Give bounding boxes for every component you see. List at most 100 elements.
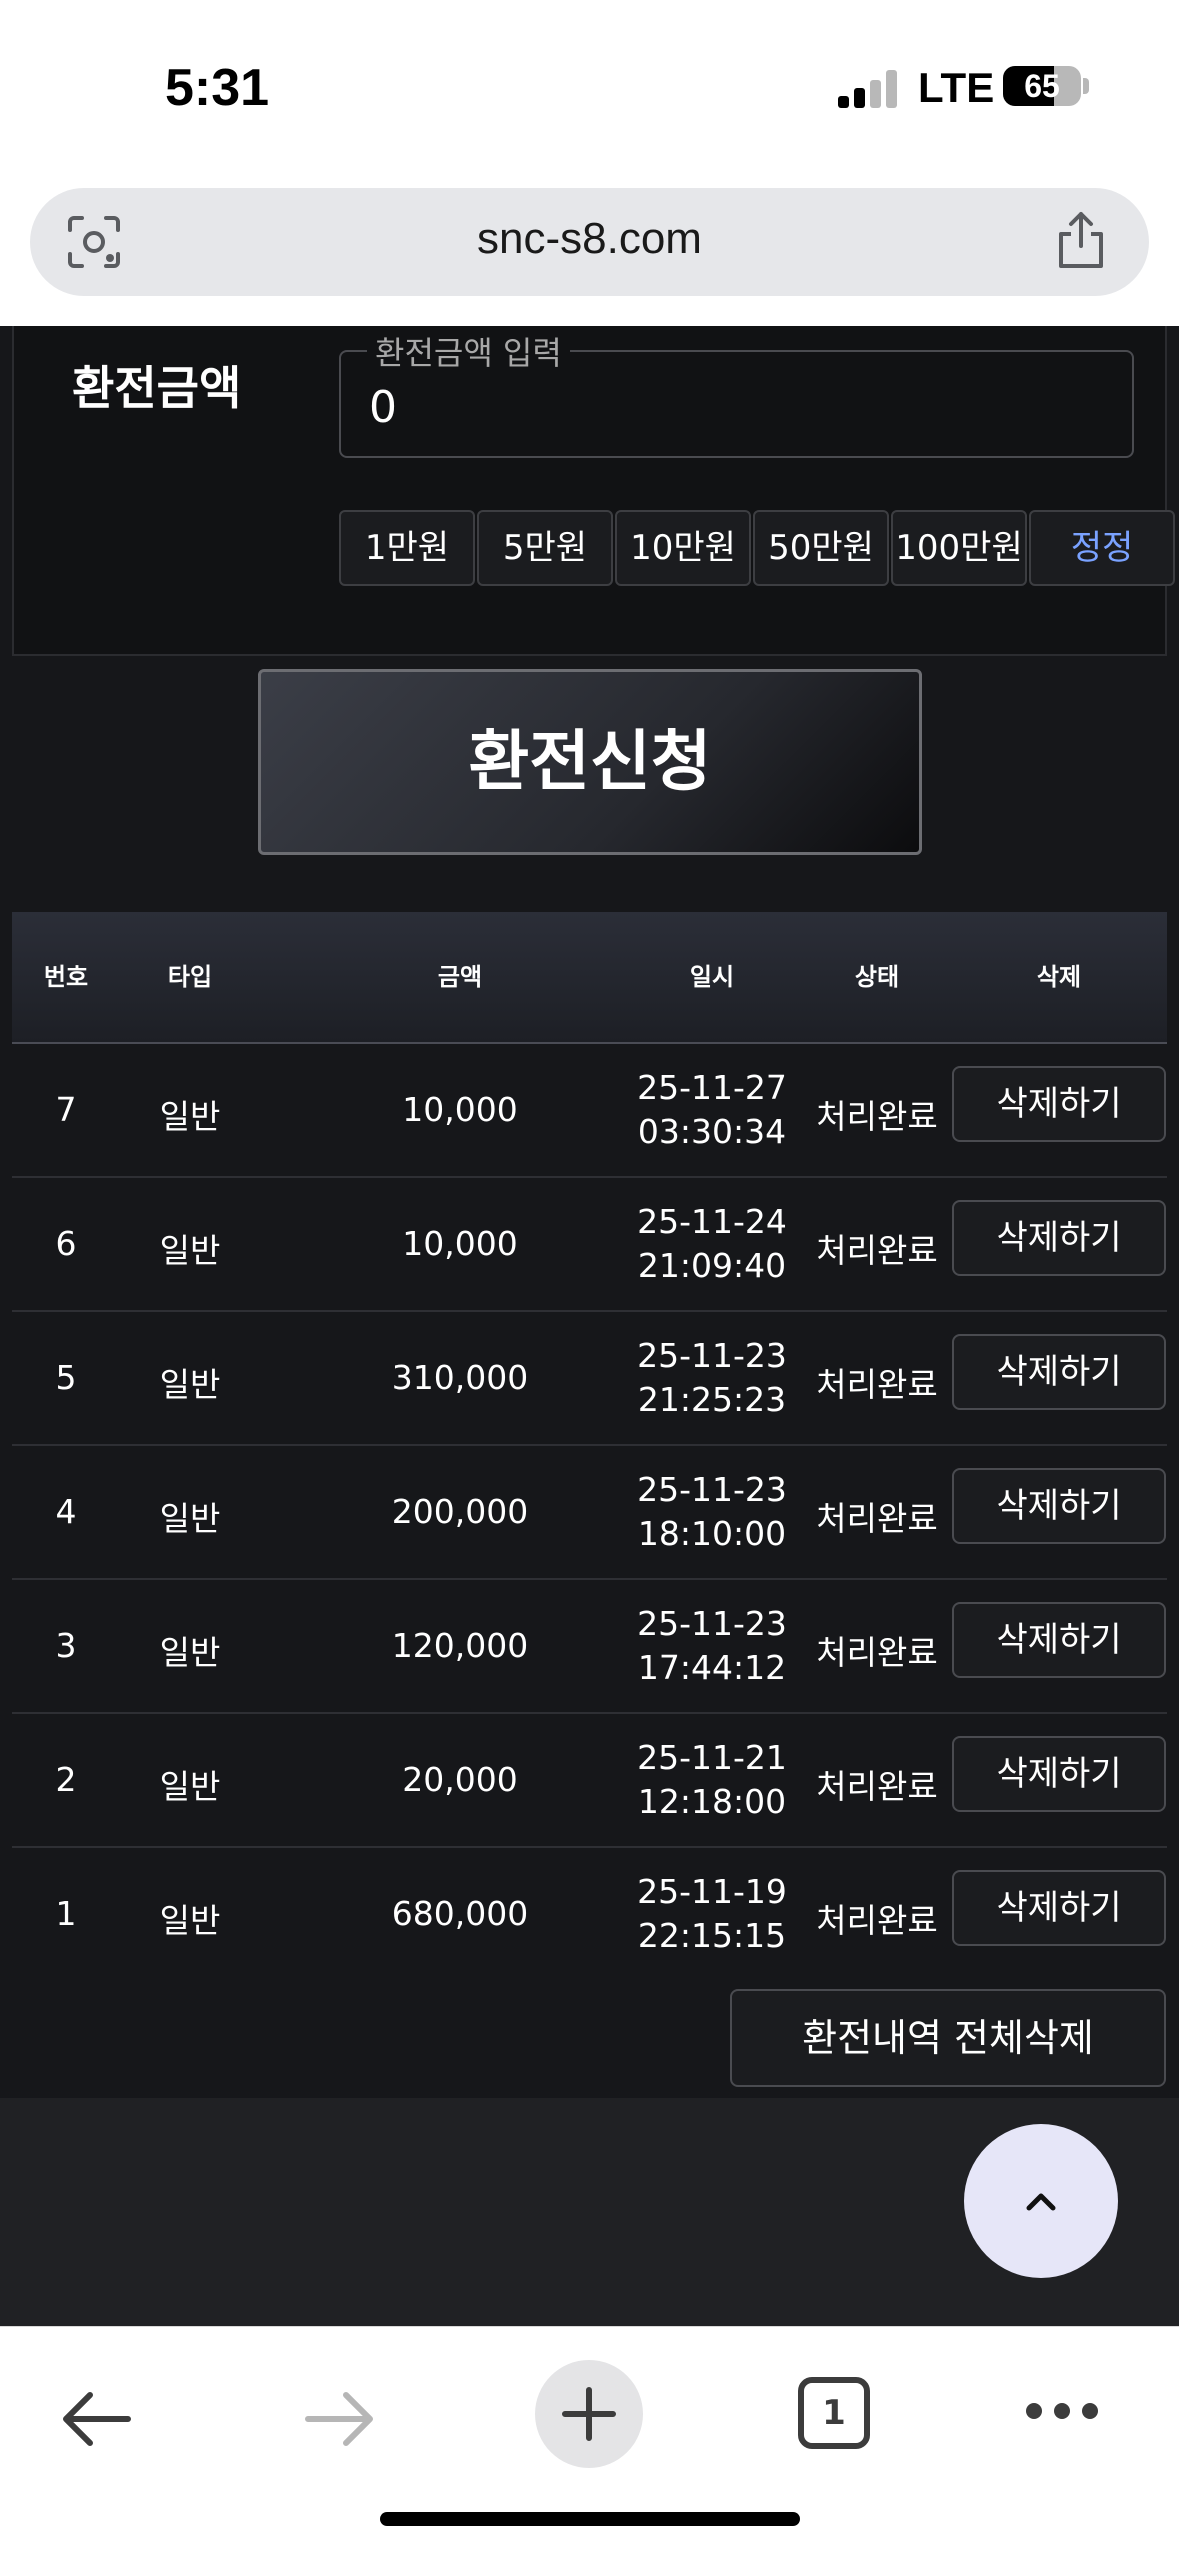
- row-status: 처리완료: [816, 1231, 938, 1270]
- more-menu-icon[interactable]: [1024, 2397, 1100, 2425]
- quick-amount-10000-button[interactable]: 1만원: [339, 510, 475, 586]
- row-amount: 10,000: [402, 1090, 518, 1129]
- status-bar: 5:31 LTE 65: [0, 0, 1179, 170]
- row-datetime: 25-11-23 18:10:00: [612, 1468, 812, 1556]
- row-status: 처리완료: [816, 1633, 938, 1672]
- delete-row-button[interactable]: 삭제하기: [952, 1066, 1166, 1142]
- table-row: 3 일반 120,000 25-11-23 17:44:12 처리완료 삭제하기: [12, 1580, 1167, 1714]
- table-header: 번호 타입 금액 일시 상태 삭제: [12, 912, 1167, 1044]
- row-time: 22:15:15: [637, 1916, 787, 1955]
- row-no: 7: [55, 1090, 77, 1129]
- row-date: 25-11-23: [637, 1604, 787, 1643]
- row-time: 21:25:23: [637, 1380, 787, 1419]
- row-status: 처리완료: [816, 1365, 938, 1404]
- row-datetime: 25-11-23 21:25:23: [612, 1334, 812, 1422]
- row-type: 일반: [159, 1097, 221, 1136]
- quick-amount-50000-button[interactable]: 5만원: [477, 510, 613, 586]
- plus-icon: [562, 2387, 616, 2441]
- row-date: 25-11-21: [637, 1738, 787, 1777]
- header-status: 상태: [854, 963, 900, 991]
- header-no: 번호: [43, 963, 89, 991]
- table-row: 7 일반 10,000 25-11-27 03:30:34 처리완료 삭제하기: [12, 1044, 1167, 1178]
- home-indicator: [380, 2512, 800, 2526]
- row-amount: 10,000: [402, 1224, 518, 1263]
- exchange-form-panel: 환전금액 환전금액 입력 1만원 5만원 10만원 50만원 100만원 정정: [12, 326, 1175, 656]
- row-type: 일반: [159, 1365, 221, 1404]
- row-no: 1: [55, 1894, 77, 1933]
- row-type: 일반: [159, 1767, 221, 1806]
- row-no: 4: [55, 1492, 77, 1531]
- row-status: 처리완료: [816, 1767, 938, 1806]
- tab-switcher-button[interactable]: 1: [798, 2377, 870, 2449]
- delete-row-button[interactable]: 삭제하기: [952, 1200, 1166, 1276]
- row-time: 21:09:40: [637, 1246, 787, 1285]
- header-date: 일시: [689, 963, 735, 991]
- row-amount: 20,000: [402, 1760, 518, 1799]
- exchange-request-button[interactable]: 환전신청: [258, 669, 922, 855]
- table-row: 5 일반 310,000 25-11-23 21:25:23 처리완료 삭제하기: [12, 1312, 1167, 1446]
- table-row: 2 일반 20,000 25-11-21 12:18:00 처리완료 삭제하기: [12, 1714, 1167, 1848]
- table-row: 1 일반 680,000 25-11-19 22:15:15 처리완료 삭제하기: [12, 1848, 1167, 1980]
- share-icon[interactable]: [1053, 210, 1109, 270]
- quick-amount-1000000-button[interactable]: 100만원: [891, 510, 1027, 586]
- row-no: 5: [55, 1358, 77, 1397]
- delete-row-button[interactable]: 삭제하기: [952, 1736, 1166, 1812]
- network-type: LTE: [918, 64, 995, 111]
- delete-row-button[interactable]: 삭제하기: [952, 1602, 1166, 1678]
- signal-icon: [838, 70, 898, 108]
- new-tab-button[interactable]: [535, 2360, 643, 2468]
- status-time: 5:31: [165, 59, 270, 117]
- table-row: 6 일반 10,000 25-11-24 21:09:40 처리완료 삭제하기: [12, 1178, 1167, 1312]
- amount-field[interactable]: 환전금액 입력: [339, 328, 1134, 458]
- header-type: 타입: [167, 963, 213, 991]
- amount-label: 환전금액: [72, 361, 242, 415]
- row-amount: 680,000: [391, 1894, 529, 1933]
- row-datetime: 25-11-19 22:15:15: [612, 1870, 812, 1958]
- row-time: 12:18:00: [637, 1782, 787, 1821]
- row-amount: 120,000: [391, 1626, 529, 1665]
- delete-row-button[interactable]: 삭제하기: [952, 1334, 1166, 1410]
- amount-input[interactable]: [369, 382, 1069, 433]
- row-status: 처리완료: [816, 1901, 938, 1940]
- delete-all-history-button[interactable]: 환전내역 전체삭제: [730, 1989, 1166, 2087]
- row-type: 일반: [159, 1499, 221, 1538]
- row-time: 18:10:00: [637, 1514, 787, 1553]
- forward-icon[interactable]: [300, 2387, 380, 2451]
- delete-row-button[interactable]: 삭제하기: [952, 1468, 1166, 1544]
- row-amount: 310,000: [391, 1358, 529, 1397]
- web-content: 환전금액 환전금액 입력 1만원 5만원 10만원 50만원 100만원 정정 …: [0, 326, 1179, 2326]
- table-row: 4 일반 200,000 25-11-23 18:10:00 처리완료 삭제하기: [12, 1446, 1167, 1580]
- row-date: 25-11-27: [637, 1068, 787, 1107]
- url-text[interactable]: snc-s8.com: [30, 214, 1149, 264]
- scroll-top-button[interactable]: [964, 2124, 1118, 2278]
- battery-percent: 65: [1024, 68, 1060, 104]
- chevron-up-icon: [1026, 2193, 1056, 2211]
- address-bar[interactable]: snc-s8.com: [30, 188, 1149, 296]
- row-datetime: 25-11-27 03:30:34: [612, 1066, 812, 1154]
- row-date: 25-11-19: [637, 1872, 787, 1911]
- row-time: 03:30:34: [637, 1112, 787, 1151]
- exchange-history-table: 번호 타입 금액 일시 상태 삭제 7 일반 10,000 25-11-27 03…: [12, 912, 1167, 1980]
- row-type: 일반: [159, 1901, 221, 1940]
- row-status: 처리완료: [816, 1097, 938, 1136]
- row-time: 17:44:12: [637, 1648, 787, 1687]
- quick-amount-500000-button[interactable]: 50만원: [753, 510, 889, 586]
- amount-legend: 환전금액 입력: [367, 328, 570, 374]
- row-no: 2: [55, 1760, 77, 1799]
- row-status: 처리완료: [816, 1499, 938, 1538]
- row-date: 25-11-24: [637, 1202, 787, 1241]
- battery-icon: 65: [1003, 66, 1081, 106]
- row-type: 일반: [159, 1633, 221, 1672]
- row-no: 3: [55, 1626, 77, 1665]
- reset-amount-button[interactable]: 정정: [1029, 510, 1175, 586]
- row-amount: 200,000: [391, 1492, 529, 1531]
- header-delete: 삭제: [1036, 963, 1082, 991]
- quick-amount-100000-button[interactable]: 10만원: [615, 510, 751, 586]
- row-no: 6: [55, 1224, 77, 1263]
- row-datetime: 25-11-21 12:18:00: [612, 1736, 812, 1824]
- header-amount: 금액: [437, 963, 483, 991]
- battery-tip: [1083, 78, 1089, 94]
- back-icon[interactable]: [56, 2387, 136, 2451]
- row-type: 일반: [159, 1231, 221, 1270]
- delete-row-button[interactable]: 삭제하기: [952, 1870, 1166, 1946]
